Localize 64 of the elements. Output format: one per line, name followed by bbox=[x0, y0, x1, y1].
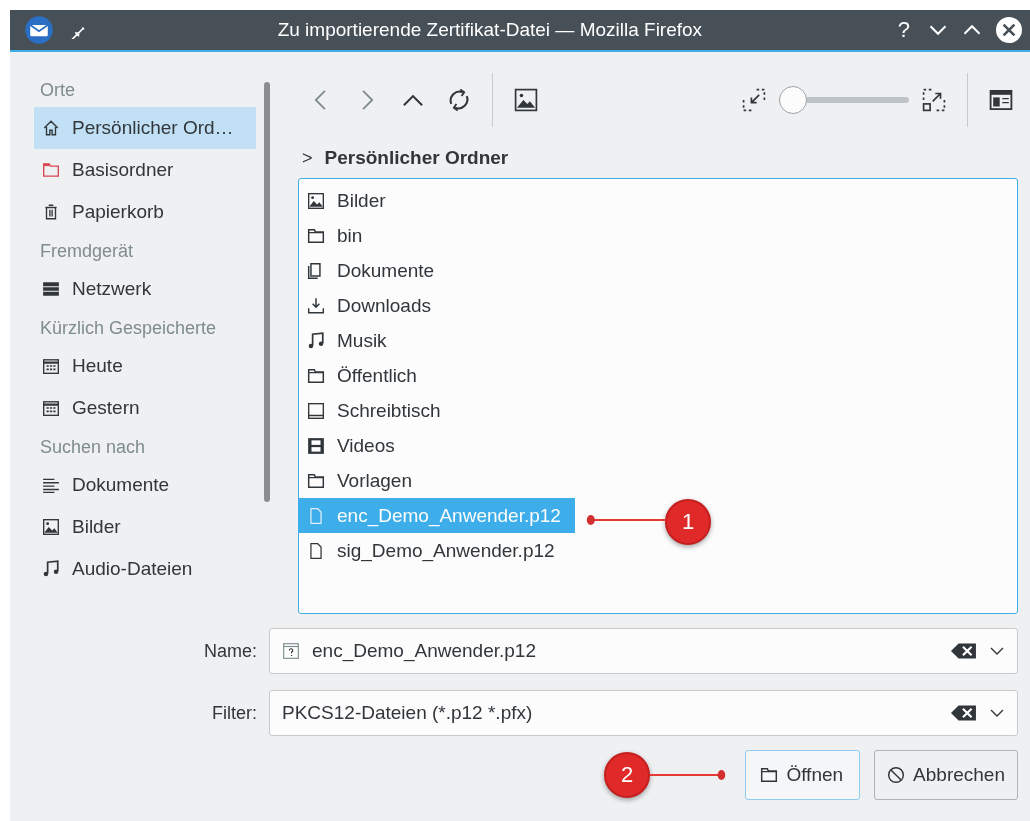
calendar-icon bbox=[42, 357, 60, 375]
monitor-icon bbox=[307, 401, 325, 420]
document-icon bbox=[307, 541, 325, 560]
file-item[interactable]: sig_Demo_Anwender.p12 bbox=[299, 533, 569, 568]
file-item[interactable]: Dokumente bbox=[299, 253, 449, 288]
preview-icon[interactable] bbox=[513, 87, 539, 113]
app-icon bbox=[24, 15, 54, 45]
folder-icon bbox=[307, 471, 325, 490]
download-icon bbox=[307, 296, 325, 315]
filter-label: Filter: bbox=[211, 702, 257, 724]
folder-icon bbox=[307, 366, 325, 385]
clear-icon[interactable] bbox=[951, 642, 977, 660]
file-item[interactable]: Vorlagen bbox=[299, 463, 426, 498]
lines-icon bbox=[42, 476, 60, 494]
file-item[interactable]: Musik bbox=[299, 323, 401, 358]
filter-field[interactable]: PKCS12-Dateien (*.p12 *.pfx) bbox=[269, 690, 1018, 736]
window-title: Zu importierende Zertifikat-Datei — Mozilla Firefox bbox=[276, 19, 704, 41]
film-icon bbox=[307, 436, 325, 455]
file-item[interactable]: Videos bbox=[299, 428, 409, 463]
breadcrumb-separator[interactable]: > bbox=[302, 147, 313, 169]
folder-icon bbox=[760, 766, 779, 784]
sidebar-item[interactable]: Heute bbox=[34, 345, 256, 387]
file-item[interactable]: Bilder bbox=[299, 183, 400, 218]
sidebar-item[interactable]: Bilder bbox=[34, 506, 256, 548]
panel-icon[interactable] bbox=[988, 87, 1014, 113]
music-note-icon bbox=[307, 331, 325, 350]
unknown-file-icon bbox=[282, 642, 300, 660]
zoom-in-icon[interactable] bbox=[921, 87, 947, 113]
sidebar-item[interactable]: Audio-Dateien bbox=[34, 548, 256, 590]
breadcrumb-location[interactable]: Persönlicher Ordner bbox=[324, 147, 509, 169]
name-label: Name: bbox=[204, 640, 257, 662]
document-icon bbox=[307, 506, 325, 525]
sidebar-item[interactable]: Gestern bbox=[34, 387, 256, 429]
close-icon[interactable] bbox=[996, 17, 1022, 43]
file-item[interactable]: bin bbox=[299, 218, 377, 253]
zoom-slider-thumb[interactable] bbox=[779, 86, 807, 114]
sidebar-section-title: Kürzlich Gespeicherte bbox=[39, 317, 218, 340]
trash-icon bbox=[42, 203, 60, 221]
sidebar-item[interactable]: Basisordner bbox=[34, 149, 256, 191]
sidebar-item[interactable]: Dokumente bbox=[34, 464, 256, 506]
sidebar-section-title: Fremdgerät bbox=[39, 240, 135, 263]
cancel-icon bbox=[887, 766, 906, 784]
name-field[interactable]: enc_Demo_Anwender.p12 bbox=[269, 628, 1018, 674]
network-icon bbox=[42, 280, 60, 298]
open-button[interactable]: Öffnen bbox=[745, 750, 861, 800]
file-item[interactable]: Downloads bbox=[299, 288, 445, 323]
home-icon bbox=[42, 119, 60, 137]
cancel-button[interactable]: Abbrechen bbox=[874, 750, 1018, 800]
sidebar-item[interactable]: Papierkorb bbox=[34, 191, 256, 233]
zoom-out-icon[interactable] bbox=[741, 87, 767, 113]
calendar-icon bbox=[42, 399, 60, 417]
help-button[interactable]: ? bbox=[893, 17, 914, 43]
music-icon bbox=[42, 560, 60, 578]
picture-icon bbox=[307, 191, 325, 210]
folder-icon bbox=[307, 226, 325, 245]
file-item[interactable]: Öffentlich bbox=[299, 358, 431, 393]
clear-icon[interactable] bbox=[951, 704, 977, 722]
sidebar-section-title: Suchen nach bbox=[39, 436, 147, 459]
scrollbar[interactable] bbox=[264, 82, 270, 502]
sidebar-item[interactable]: Persönlicher Ord… bbox=[34, 107, 256, 149]
picture-icon bbox=[42, 518, 60, 536]
sidebar-section-title: Orte bbox=[39, 79, 76, 102]
sidebar-item[interactable]: Netzwerk bbox=[34, 268, 256, 310]
file-item[interactable]: Schreibtisch bbox=[299, 393, 455, 428]
